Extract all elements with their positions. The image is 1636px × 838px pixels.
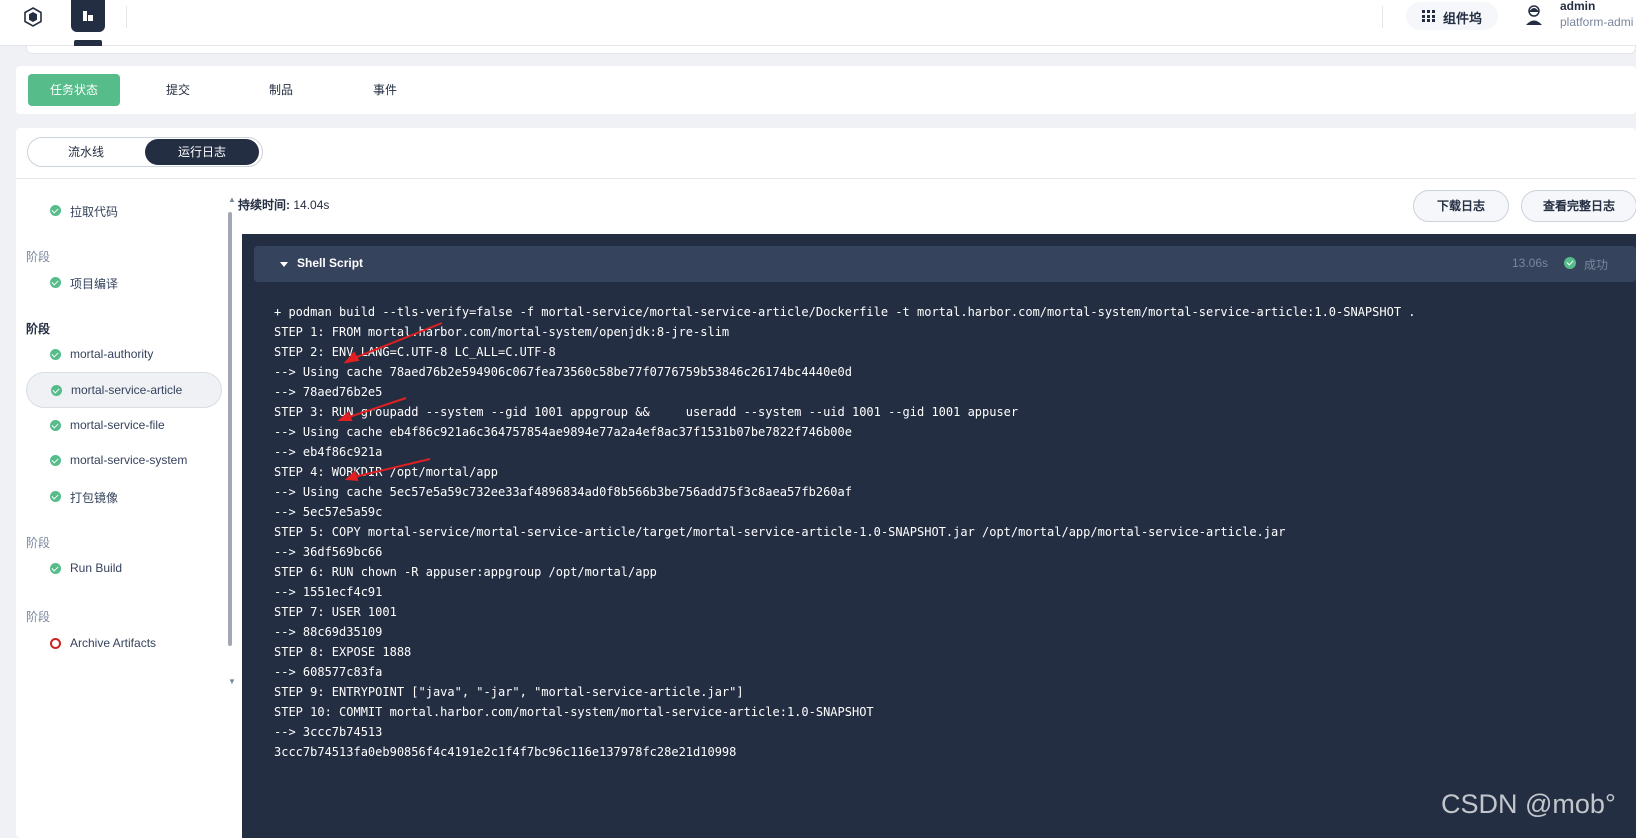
success-icon bbox=[50, 349, 61, 360]
log-line: STEP 2: ENV LANG=C.UTF-8 LC_ALL=C.UTF-8 bbox=[274, 345, 556, 359]
log-line: STEP 9: ENTRYPOINT ["java", "-jar", "mor… bbox=[274, 685, 744, 699]
log-step-header[interactable]: Shell Script 13.06s 成功 bbox=[254, 246, 1636, 282]
sidebar-item-mortal-service-system[interactable]: mortal-service-system bbox=[26, 443, 222, 477]
log-line: STEP 5: COPY mortal-service/mortal-servi… bbox=[274, 525, 1286, 539]
stage-label: 阶段 bbox=[26, 322, 51, 336]
log-line: --> Using cache 5ec57e5a59c732ee33af4896… bbox=[274, 485, 852, 499]
stage-label: 阶段 bbox=[26, 250, 51, 264]
sidebar-item-build-image[interactable]: 打包镜像 bbox=[26, 479, 222, 513]
log-line: --> eb4f86c921a bbox=[274, 445, 383, 459]
log-step-status: 成功 bbox=[1584, 258, 1609, 272]
toggle-pipeline[interactable]: 流水线 bbox=[30, 139, 142, 165]
run-tabs: 任务状态 提交 制品 事件 bbox=[16, 66, 1636, 114]
success-icon bbox=[50, 455, 61, 466]
tab-task-status[interactable]: 任务状态 bbox=[28, 74, 120, 106]
log-line: STEP 10: COMMIT mortal.harbor.com/mortal… bbox=[274, 705, 874, 719]
sidebar-item-label: 项目编译 bbox=[70, 277, 119, 291]
sidebar-item-label: mortal-service-file bbox=[70, 418, 165, 432]
view-toggle: 流水线 运行日志 bbox=[27, 137, 263, 167]
sidebar-item-compile[interactable]: 项目编译 bbox=[26, 265, 222, 299]
log-line: --> 88c69d35109 bbox=[274, 625, 383, 639]
success-icon bbox=[50, 563, 61, 574]
log-line: STEP 6: RUN chown -R appuser:appgroup /o… bbox=[274, 565, 657, 579]
tab-events[interactable]: 事件 bbox=[350, 74, 420, 106]
user-role: platform-admi bbox=[1560, 15, 1634, 29]
sidebar-item-label: 打包镜像 bbox=[70, 491, 119, 505]
duration-label: 持续时间: bbox=[238, 198, 290, 212]
watermark: CSDN @mob° bbox=[1441, 789, 1616, 819]
workbench-button[interactable]: 组件坞 bbox=[1406, 2, 1498, 30]
log-line: --> 36df569bc66 bbox=[274, 545, 383, 559]
log-line: 3ccc7b74513fa0eb90856f4c4191e2c1f4f7bc96… bbox=[274, 745, 737, 759]
view-full-log-button[interactable]: 查看完整日志 bbox=[1521, 190, 1636, 222]
log-line: --> 1551ecf4c91 bbox=[274, 585, 383, 599]
sidebar-item-mortal-service-file[interactable]: mortal-service-file bbox=[26, 408, 222, 442]
stage-label: 阶段 bbox=[26, 610, 51, 624]
sidebar-item-label: 拉取代码 bbox=[70, 205, 119, 219]
failed-status-icon bbox=[50, 638, 61, 649]
success-icon bbox=[50, 491, 61, 502]
user-avatar-icon[interactable] bbox=[1524, 4, 1544, 26]
log-line: --> Using cache eb4f86c921a6c364757854ae… bbox=[274, 425, 852, 439]
log-line: STEP 1: FROM mortal.harbor.com/mortal-sy… bbox=[274, 325, 730, 339]
toggle-run-log[interactable]: 运行日志 bbox=[145, 139, 259, 165]
success-icon bbox=[51, 385, 62, 396]
scroll-up-icon[interactable]: ▲ bbox=[228, 196, 236, 204]
log-line: --> 5ec57e5a59c bbox=[274, 505, 383, 519]
sidebar-item-archive-artifacts[interactable]: Archive Artifacts bbox=[26, 626, 222, 660]
user-name[interactable]: admin bbox=[1560, 0, 1595, 13]
log-step-time: 13.06s bbox=[1512, 256, 1549, 270]
tab-commits[interactable]: 提交 bbox=[142, 74, 214, 106]
stage-label: 阶段 bbox=[26, 536, 51, 550]
log-line: STEP 4: WORKDIR /opt/mortal/app bbox=[274, 465, 498, 479]
sidebar-item-pull-code[interactable]: 拉取代码 bbox=[26, 193, 222, 227]
log-line: --> Using cache 78aed76b2e594906c067fea7… bbox=[274, 365, 852, 379]
log-line: --> 608577c83fa bbox=[274, 665, 383, 679]
platform-logo-icon[interactable] bbox=[22, 6, 44, 28]
divider bbox=[16, 178, 1636, 179]
top-navigation-bar: 组件坞 admin platform-admi bbox=[0, 0, 1636, 46]
log-line: STEP 3: RUN groupadd --system --gid 1001… bbox=[274, 405, 1019, 419]
sidebar-item-label: mortal-authority bbox=[70, 347, 154, 361]
workbench-label: 组件坞 bbox=[1443, 11, 1483, 26]
caret-down-icon[interactable] bbox=[280, 262, 288, 267]
scrollbar-thumb[interactable] bbox=[228, 212, 232, 646]
sidebar-item-label: Archive Artifacts bbox=[70, 636, 157, 650]
success-icon bbox=[50, 420, 61, 431]
log-line: + podman build --tls-verify=false -f mor… bbox=[274, 305, 1416, 319]
tab-artifacts[interactable]: 制品 bbox=[246, 74, 316, 106]
sidebar-item-label: Run Build bbox=[70, 561, 123, 575]
success-icon bbox=[50, 277, 61, 288]
header-strip bbox=[26, 46, 1636, 54]
duration: 持续时间: 14.04s bbox=[238, 196, 329, 213]
log-step-title: Shell Script bbox=[297, 256, 364, 270]
duration-value: 14.04s bbox=[293, 198, 330, 212]
log-line: STEP 7: USER 1001 bbox=[274, 605, 397, 619]
success-icon bbox=[50, 205, 61, 216]
sidebar-item-label: mortal-service-article bbox=[71, 383, 183, 397]
log-line: --> 78aed76b2e5 bbox=[274, 385, 383, 399]
devops-app-button[interactable] bbox=[71, 0, 105, 32]
log-line: --> 3ccc7b74513 bbox=[274, 725, 383, 739]
download-log-button[interactable]: 下载日志 bbox=[1413, 190, 1509, 222]
log-output: + podman build --tls-verify=false -f mor… bbox=[274, 302, 1624, 762]
devops-project-icon bbox=[83, 11, 93, 21]
divider bbox=[1382, 6, 1383, 28]
sidebar-item-mortal-service-article[interactable]: mortal-service-article bbox=[26, 372, 222, 408]
scroll-down-icon[interactable]: ▼ bbox=[228, 678, 236, 686]
sidebar-item-label: mortal-service-system bbox=[70, 453, 188, 467]
divider bbox=[126, 6, 127, 28]
sidebar-item-mortal-authority[interactable]: mortal-authority bbox=[26, 337, 222, 371]
sidebar-item-run-build[interactable]: Run Build bbox=[26, 551, 222, 585]
grid-icon bbox=[1422, 10, 1435, 22]
log-line: STEP 8: EXPOSE 1888 bbox=[274, 645, 412, 659]
success-icon bbox=[1564, 257, 1576, 269]
